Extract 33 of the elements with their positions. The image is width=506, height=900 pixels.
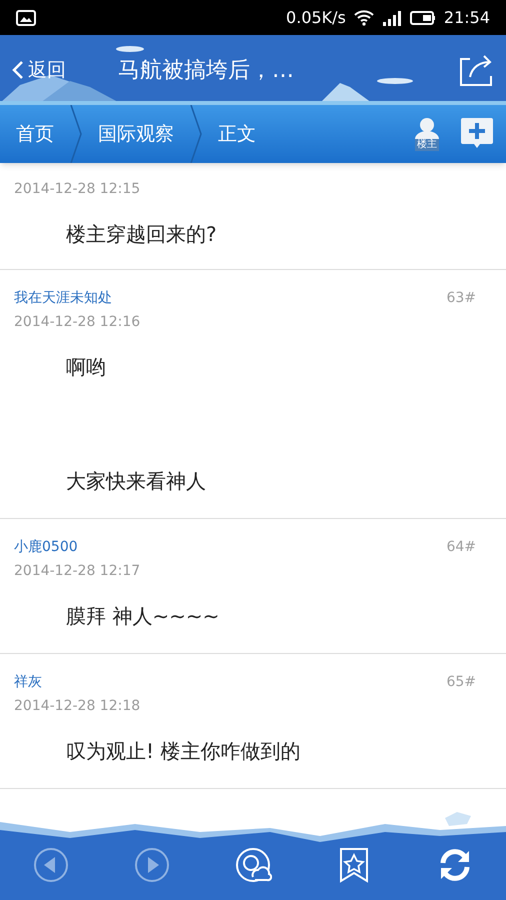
post-content: 大家快来看神人	[66, 468, 206, 495]
back-button[interactable]: 返回	[12, 56, 66, 84]
post-content: 啊哟	[66, 354, 106, 381]
breadcrumb-separator	[190, 105, 202, 163]
search-icon[interactable]	[234, 846, 272, 884]
breadcrumb-item[interactable]: 首页	[0, 105, 70, 163]
post-content: 叹为观止! 楼主你咋做到的	[66, 738, 300, 765]
person-icon	[414, 117, 440, 139]
page-title: 马航被搞垮后，…	[118, 56, 294, 84]
image-icon	[16, 10, 36, 26]
post-date: 2014-12-28 12:17	[14, 562, 140, 581]
floor-number: 63#	[446, 288, 476, 308]
breadcrumb-separator	[70, 105, 82, 163]
chevron-left-icon	[12, 60, 24, 80]
post-date: 2014-12-28 12:18	[14, 697, 140, 716]
post-date: 2014-12-28 12:15	[14, 180, 140, 199]
battery-icon	[410, 10, 436, 26]
author-only-button[interactable]: 楼主	[410, 117, 444, 151]
clock: 21:54	[444, 6, 490, 28]
author-name[interactable]: 小鹿0500	[14, 536, 78, 558]
post-content: 膜拜 神人~~~~	[66, 603, 220, 630]
post-date: 2014-12-28 12:16	[14, 313, 140, 332]
floor-number: 64#	[446, 538, 476, 556]
author-name[interactable]: 我在天涯未知处	[14, 288, 112, 308]
share-icon[interactable]	[458, 53, 494, 87]
wifi-icon	[354, 10, 374, 26]
floor-number: 65#	[446, 672, 476, 692]
breadcrumb-item[interactable]: 正文	[202, 105, 272, 163]
author-name[interactable]: 祥灰	[14, 672, 42, 692]
network-speed: 0.05K/s	[286, 6, 346, 28]
signal-icon	[382, 10, 402, 26]
breadcrumb-item[interactable]: 国际观察	[82, 105, 190, 163]
post-content: 楼主穿越回来的?	[66, 221, 217, 248]
